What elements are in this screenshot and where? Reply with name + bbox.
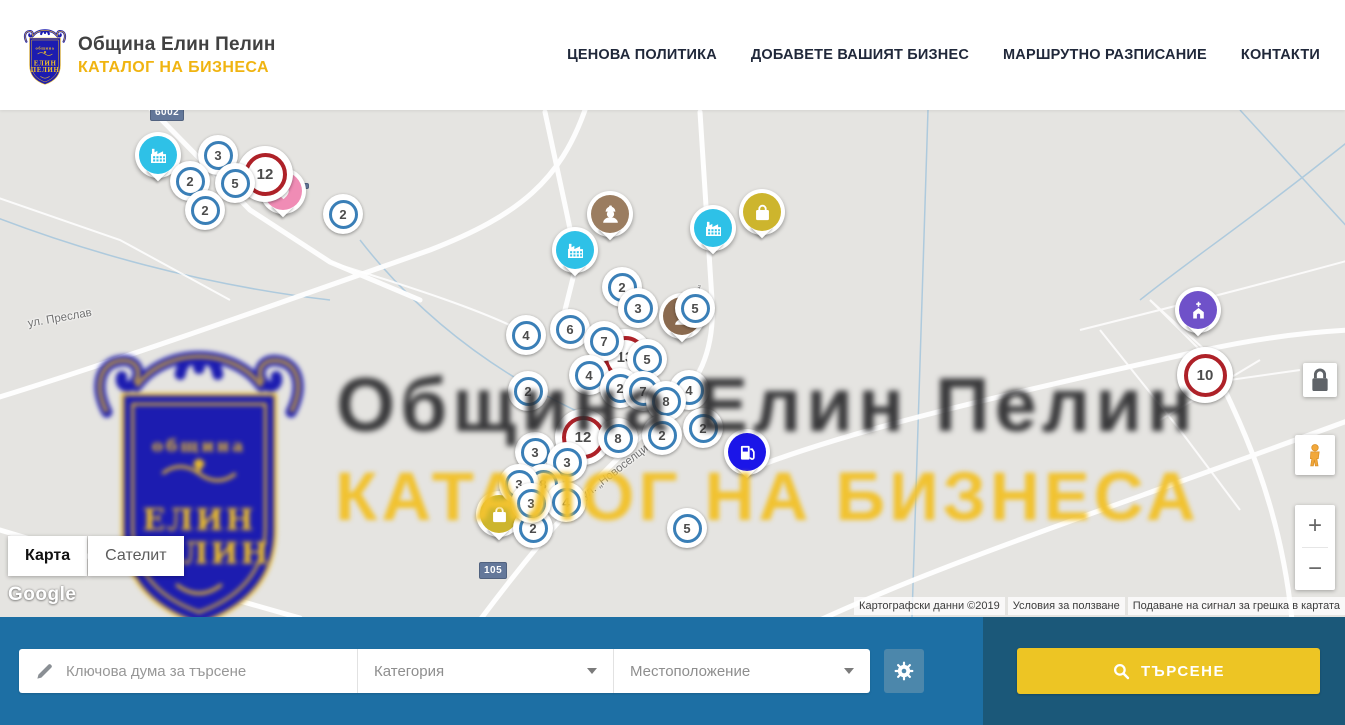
site-logo[interactable]: община ЕЛИН ПЕЛИН Община Елин Пелин КАТА… bbox=[22, 24, 276, 86]
watermark-title: Община Елин Пелин bbox=[322, 362, 1212, 449]
search-fields-group: Категория Местоположение bbox=[19, 649, 870, 693]
map-type-control: Карта Сателит bbox=[8, 536, 184, 576]
map-type-satellite-button[interactable]: Сателит bbox=[88, 536, 183, 576]
page: община ЕЛИН ПЕЛИН Община Елин Пелин КАТА… bbox=[0, 0, 1345, 725]
pencil-icon bbox=[35, 662, 54, 681]
map-pin-factory[interactable] bbox=[552, 227, 598, 273]
map-attribution: Картографски данни ©2019 Условия за полз… bbox=[854, 597, 1345, 615]
nav-add-business-link[interactable]: ДОБАВЕТЕ ВАШИЯТ БИЗНЕС bbox=[751, 47, 969, 63]
zoom-out-button[interactable]: − bbox=[1295, 548, 1335, 590]
map-pin-factory[interactable] bbox=[690, 205, 736, 251]
nav-route-schedule-link[interactable]: МАРШРУТНО РАЗПИСАНИЕ bbox=[1003, 47, 1207, 63]
map-cluster-marker[interactable]: 2 bbox=[323, 194, 363, 234]
category-select[interactable]: Категория bbox=[357, 649, 613, 693]
advanced-search-button[interactable] bbox=[884, 649, 924, 693]
map-pin-church[interactable] bbox=[1175, 287, 1221, 333]
site-title: Община Елин Пелин bbox=[78, 34, 276, 56]
keyword-search-input[interactable] bbox=[66, 663, 345, 680]
map-type-map-button[interactable]: Карта bbox=[8, 536, 87, 576]
search-button-label: ТЪРСЕНЕ bbox=[1141, 663, 1225, 680]
pegman-icon bbox=[1302, 442, 1328, 468]
chevron-down-icon bbox=[844, 668, 854, 674]
category-select-value: Категория bbox=[374, 663, 587, 680]
main-nav: ЦЕНОВА ПОЛИТИКА ДОБАВЕТЕ ВАШИЯТ БИЗНЕС М… bbox=[567, 0, 1320, 110]
map-cluster-marker[interactable]: 4 bbox=[506, 315, 546, 355]
search-submit-button[interactable]: ТЪРСЕНЕ bbox=[1017, 648, 1320, 694]
nav-contacts-link[interactable]: КОНТАКТИ bbox=[1241, 47, 1320, 63]
map-pin-bag[interactable] bbox=[739, 189, 785, 235]
street-view-lock-button[interactable] bbox=[1303, 363, 1337, 397]
gear-icon bbox=[893, 660, 915, 682]
location-select[interactable]: Местоположение bbox=[613, 649, 870, 693]
svg-text:ЕЛИН: ЕЛИН bbox=[34, 60, 57, 67]
map-cluster-marker[interactable]: 5 bbox=[675, 288, 715, 328]
svg-text:община: община bbox=[152, 436, 246, 456]
lock-icon bbox=[1303, 363, 1337, 397]
map-cluster-marker[interactable]: 2 bbox=[185, 190, 225, 230]
search-bar: Категория Местоположение bbox=[0, 617, 1345, 725]
header: община ЕЛИН ПЕЛИН Община Елин Пелин КАТА… bbox=[0, 0, 1345, 110]
attribution-terms-link[interactable]: Условия за ползване bbox=[1008, 597, 1125, 615]
location-select-value: Местоположение bbox=[630, 663, 844, 680]
site-subtitle: КАТАЛОГ НА БИЗНЕСА bbox=[78, 59, 276, 77]
nav-pricing-link[interactable]: ЦЕНОВА ПОЛИТИКА bbox=[567, 47, 717, 63]
municipality-crest-icon: община ЕЛИН ПЕЛИН bbox=[22, 24, 68, 86]
zoom-control: + − bbox=[1295, 505, 1335, 590]
attribution-copyright: Картографски данни ©2019 bbox=[854, 597, 1005, 615]
svg-text:ПЕЛИН: ПЕЛИН bbox=[31, 67, 60, 74]
chevron-down-icon bbox=[587, 668, 597, 674]
svg-text:ЕЛИН: ЕЛИН bbox=[143, 503, 256, 538]
keyword-field bbox=[19, 649, 357, 693]
search-icon bbox=[1112, 662, 1131, 681]
pegman-button[interactable] bbox=[1295, 435, 1335, 475]
google-logo[interactable]: Google bbox=[8, 584, 76, 606]
svg-text:община: община bbox=[36, 47, 55, 51]
zoom-in-button[interactable]: + bbox=[1295, 505, 1335, 547]
attribution-report-link[interactable]: Подаване на сигнал за грешка в картата bbox=[1128, 597, 1345, 615]
map-cluster-marker[interactable]: 3 bbox=[618, 288, 658, 328]
watermark-subtitle: КАТАЛОГ НА БИЗНЕСА bbox=[330, 457, 1205, 536]
map-canvas[interactable]: 3212522235641375424278221283383243510 об… bbox=[0, 110, 1345, 617]
